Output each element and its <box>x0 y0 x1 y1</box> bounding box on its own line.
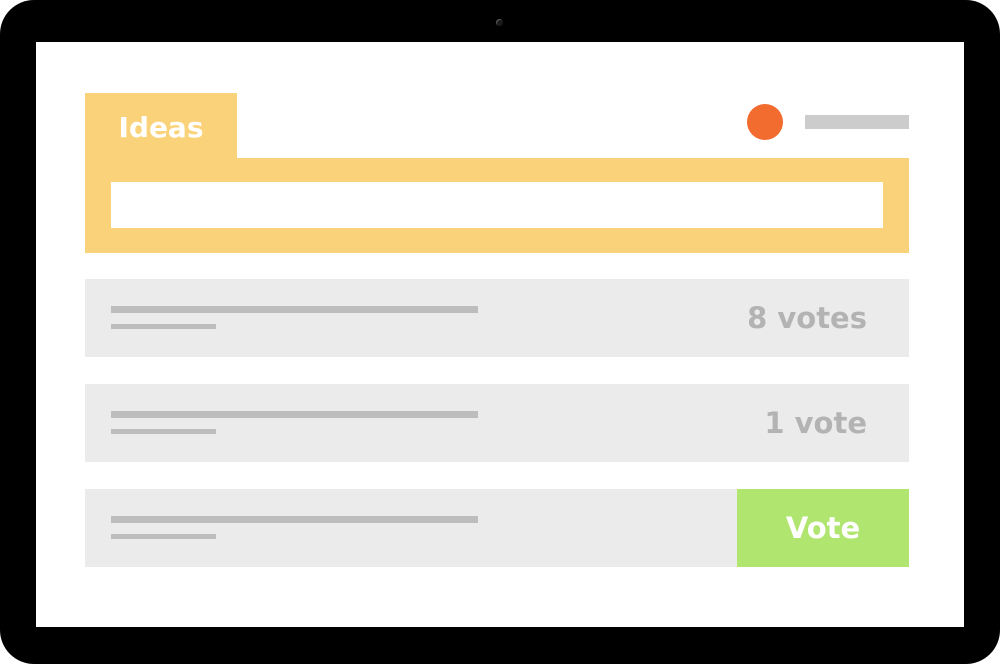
tab-ideas[interactable]: Ideas <box>85 93 237 161</box>
idea-subtitle-placeholder <box>111 534 216 539</box>
vote-button[interactable]: Vote <box>737 489 909 567</box>
avatar[interactable] <box>747 104 783 140</box>
app-screen: Ideas 8 votes 1 vote Vote <box>36 42 964 627</box>
idea-subtitle-placeholder <box>111 429 216 434</box>
tab-ideas-label: Ideas <box>118 110 204 144</box>
list-item[interactable]: 8 votes <box>85 279 909 357</box>
vote-count: 1 vote <box>764 406 867 440</box>
camera-icon <box>496 19 503 26</box>
vote-count: 8 votes <box>747 301 867 335</box>
laptop-bezel: Ideas 8 votes 1 vote Vote <box>0 0 1000 664</box>
search-panel <box>85 158 909 253</box>
idea-title-placeholder <box>111 516 478 523</box>
vote-button-label: Vote <box>785 511 861 545</box>
idea-title-placeholder <box>111 411 478 418</box>
username-placeholder <box>805 115 909 129</box>
list-item[interactable]: Vote <box>85 489 909 567</box>
list-item[interactable]: 1 vote <box>85 384 909 462</box>
idea-subtitle-placeholder <box>111 324 216 329</box>
idea-title-placeholder <box>111 306 478 313</box>
search-input[interactable] <box>111 182 883 228</box>
